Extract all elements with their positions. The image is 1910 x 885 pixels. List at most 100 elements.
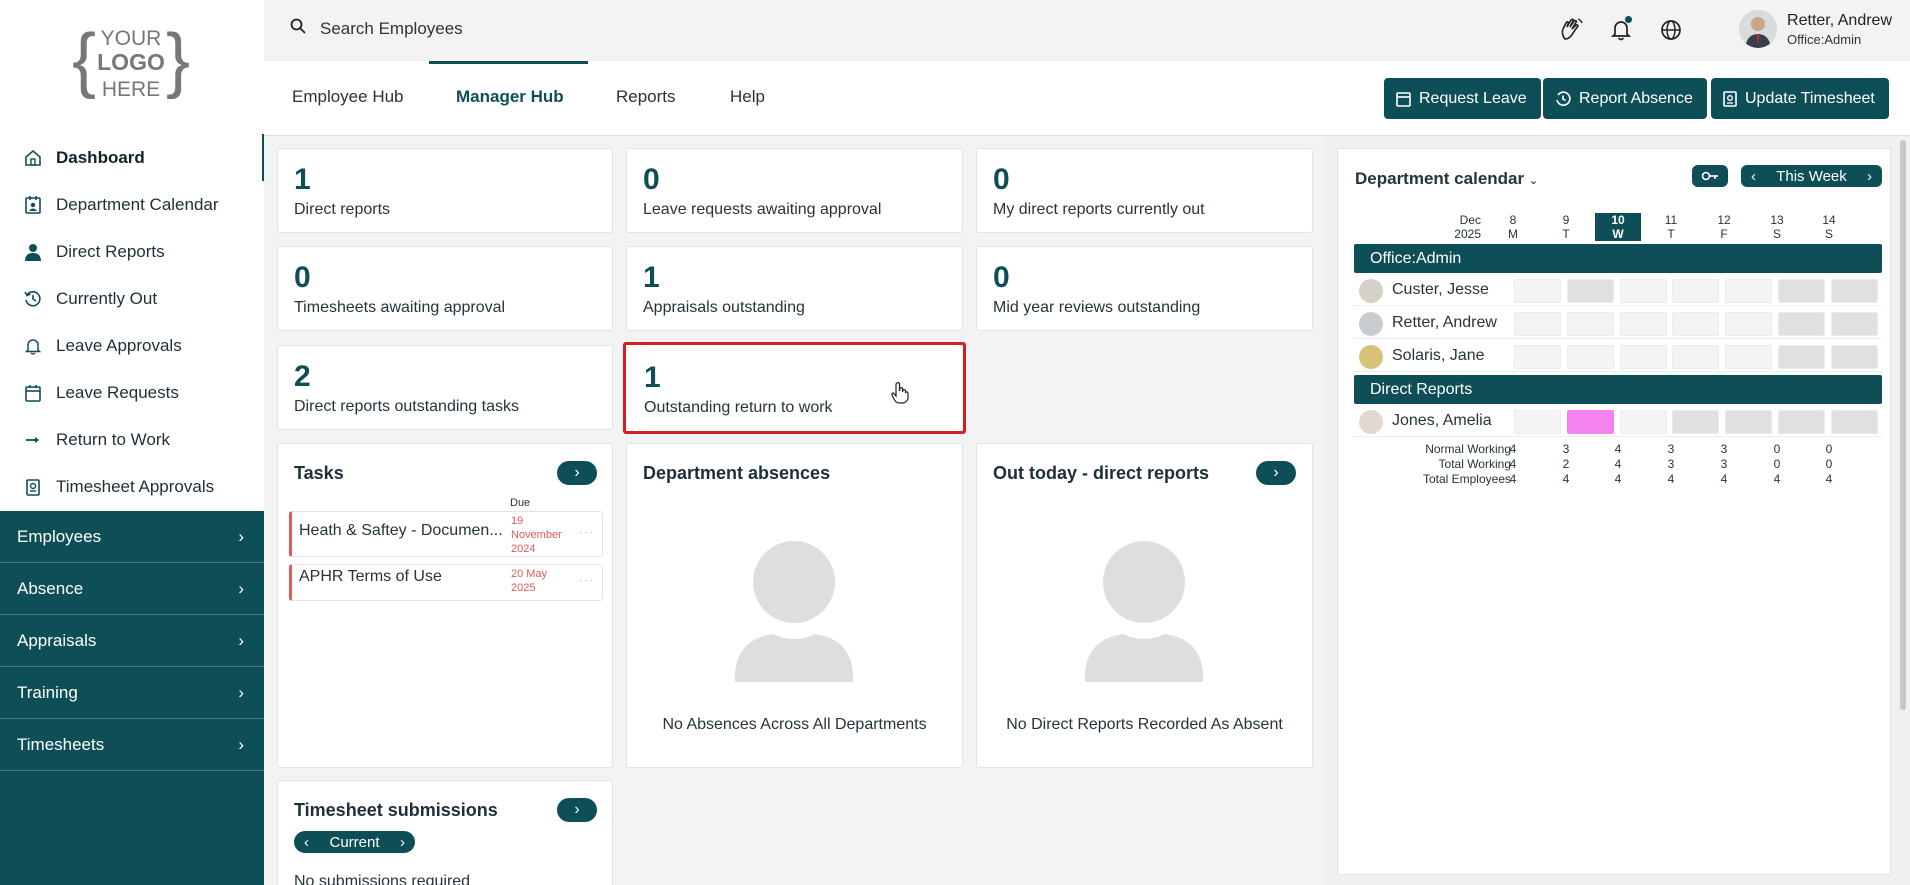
company-logo[interactable]: { } YOUR LOGO HERE bbox=[70, 18, 192, 106]
day-cell[interactable] bbox=[1514, 345, 1561, 369]
day-cell[interactable] bbox=[1778, 345, 1825, 369]
calendar-employee-row[interactable]: Solaris, Jane bbox=[1354, 341, 1882, 372]
notifications-bell-icon[interactable] bbox=[1607, 14, 1635, 46]
summary-value: 0 bbox=[1773, 457, 1781, 471]
stat-card-mid-year-reviews[interactable]: 0 Mid year reviews outstanding bbox=[976, 246, 1313, 331]
day-cell[interactable] bbox=[1620, 312, 1667, 336]
more-options-icon[interactable]: ··· bbox=[579, 525, 594, 539]
day-cell[interactable] bbox=[1725, 279, 1772, 303]
tab-manager-hub[interactable]: Manager Hub bbox=[456, 87, 564, 107]
tab-reports[interactable]: Reports bbox=[616, 87, 676, 107]
stat-value: 1 bbox=[643, 261, 660, 294]
avatar bbox=[1739, 10, 1778, 48]
key-legend-button[interactable] bbox=[1692, 165, 1728, 187]
calendar-group-header[interactable]: Direct Reports bbox=[1354, 375, 1882, 404]
globe-icon[interactable] bbox=[1657, 14, 1685, 46]
sidebar-item-currently-out[interactable]: Currently Out bbox=[0, 275, 264, 322]
scrollbar-thumb[interactable] bbox=[1900, 140, 1906, 710]
section-label: Timesheets bbox=[17, 734, 105, 754]
update-timesheet-button[interactable]: Update Timesheet bbox=[1711, 78, 1889, 119]
day-cell[interactable] bbox=[1567, 312, 1614, 336]
user-menu[interactable]: Retter, Andrew Office:Admin bbox=[1739, 10, 1892, 48]
day-cell[interactable] bbox=[1514, 410, 1561, 434]
day-cell[interactable] bbox=[1831, 410, 1878, 434]
day-cell[interactable] bbox=[1672, 410, 1719, 434]
day-cell[interactable] bbox=[1778, 312, 1825, 336]
stat-card-timesheets[interactable]: 0 Timesheets awaiting approval bbox=[277, 246, 613, 331]
day-cell[interactable] bbox=[1672, 279, 1719, 303]
button-label: Update Timesheet bbox=[1745, 89, 1875, 107]
more-options-icon[interactable]: ··· bbox=[579, 573, 594, 587]
tab-help[interactable]: Help bbox=[730, 87, 765, 107]
sidebar-item-department-calendar[interactable]: Department Calendar bbox=[0, 181, 264, 228]
chevron-right-icon[interactable]: › bbox=[400, 834, 405, 851]
summary-value: 4 bbox=[1720, 472, 1728, 486]
sidebar-item-timesheet-approvals[interactable]: Timesheet Approvals bbox=[0, 463, 264, 510]
summary-value: 4 bbox=[1667, 472, 1675, 486]
out-today-open-button[interactable]: › bbox=[1256, 461, 1296, 485]
sidebar-item-direct-reports[interactable]: Direct Reports bbox=[0, 228, 264, 275]
notification-dot bbox=[1625, 16, 1632, 23]
avatar bbox=[1359, 410, 1383, 434]
day-cell[interactable] bbox=[1567, 279, 1614, 303]
day-cell[interactable] bbox=[1514, 279, 1561, 303]
summary-row: Normal Working 4 3 4 3 3 0 0 bbox=[1355, 442, 1882, 456]
stat-card-leave-requests[interactable]: 0 Leave requests awaiting approval bbox=[626, 148, 963, 233]
day-cell[interactable] bbox=[1514, 312, 1561, 336]
search-icon bbox=[290, 18, 306, 39]
calendar-employee-row[interactable]: Jones, Amelia bbox=[1354, 406, 1882, 437]
day-cell[interactable] bbox=[1831, 345, 1878, 369]
day-cell[interactable] bbox=[1831, 312, 1878, 336]
summary-value: 4 bbox=[1614, 472, 1622, 486]
stat-label: Outstanding return to work bbox=[644, 399, 833, 416]
day-cell[interactable] bbox=[1672, 312, 1719, 336]
day-cell[interactable] bbox=[1778, 279, 1825, 303]
task-item[interactable]: Heath & Saftey - Documen... 19 November … bbox=[289, 511, 603, 557]
stat-card-appraisals[interactable]: 1 Appraisals outstanding bbox=[626, 246, 963, 331]
summary-value: 2 bbox=[1562, 457, 1570, 471]
sidebar-item-dashboard[interactable]: Dashboard bbox=[0, 134, 264, 181]
day-cell[interactable] bbox=[1725, 410, 1772, 434]
day-cell[interactable] bbox=[1725, 345, 1772, 369]
summary-label: Normal Working bbox=[1425, 442, 1511, 456]
chevron-right-icon[interactable]: › bbox=[1867, 168, 1872, 185]
sidebar-item-leave-approvals[interactable]: Leave Approvals bbox=[0, 322, 264, 369]
summary-value: 0 bbox=[1825, 442, 1833, 456]
search-input[interactable]: Search Employees bbox=[290, 18, 463, 39]
timesheets-open-button[interactable]: › bbox=[557, 798, 597, 822]
task-item[interactable]: APHR Terms of Use 20 May 2025 ··· bbox=[289, 564, 603, 601]
section-training[interactable]: Training › bbox=[0, 667, 264, 719]
day-cell[interactable] bbox=[1620, 410, 1667, 434]
day-cell-absence[interactable] bbox=[1567, 410, 1614, 434]
day-cell[interactable] bbox=[1567, 345, 1614, 369]
day-cell[interactable] bbox=[1778, 410, 1825, 434]
week-label: This Week bbox=[1776, 167, 1847, 185]
section-timesheets[interactable]: Timesheets › bbox=[0, 719, 264, 771]
sidebar-item-leave-requests[interactable]: Leave Requests bbox=[0, 369, 264, 416]
section-absence[interactable]: Absence › bbox=[0, 563, 264, 615]
tab-employee-hub[interactable]: Employee Hub bbox=[292, 87, 404, 107]
day-cell[interactable] bbox=[1831, 279, 1878, 303]
section-employees[interactable]: Employees › bbox=[0, 511, 264, 563]
calendar-title[interactable]: Department calendar ⌄ bbox=[1355, 169, 1538, 189]
report-absence-button[interactable]: Report Absence bbox=[1543, 78, 1707, 119]
calendar-employee-row[interactable]: Custer, Jesse bbox=[1354, 275, 1882, 306]
day-cell[interactable] bbox=[1725, 312, 1772, 336]
chevron-left-icon[interactable]: ‹ bbox=[304, 834, 309, 851]
day-cell[interactable] bbox=[1620, 279, 1667, 303]
stat-card-return-to-work[interactable]: 1 Outstanding return to work bbox=[623, 342, 966, 434]
request-leave-button[interactable]: Request Leave bbox=[1384, 78, 1541, 119]
day-cell[interactable] bbox=[1672, 345, 1719, 369]
stat-card-outstanding-tasks[interactable]: 2 Direct reports outstanding tasks bbox=[277, 345, 613, 430]
wave-hand-icon[interactable] bbox=[1557, 14, 1585, 46]
tasks-open-button[interactable]: › bbox=[557, 461, 597, 485]
sidebar-item-return-to-work[interactable]: Return to Work bbox=[0, 416, 264, 463]
stat-card-reports-out[interactable]: 0 My direct reports currently out bbox=[976, 148, 1313, 233]
stat-card-direct-reports[interactable]: 1 Direct reports bbox=[277, 148, 613, 233]
chevron-left-icon[interactable]: ‹ bbox=[1751, 168, 1756, 185]
calendar-employee-row[interactable]: Retter, Andrew bbox=[1354, 308, 1882, 339]
bell-icon bbox=[22, 335, 44, 357]
calendar-group-header[interactable]: Office:Admin bbox=[1354, 244, 1882, 273]
day-cell[interactable] bbox=[1620, 345, 1667, 369]
section-appraisals[interactable]: Appraisals › bbox=[0, 615, 264, 667]
